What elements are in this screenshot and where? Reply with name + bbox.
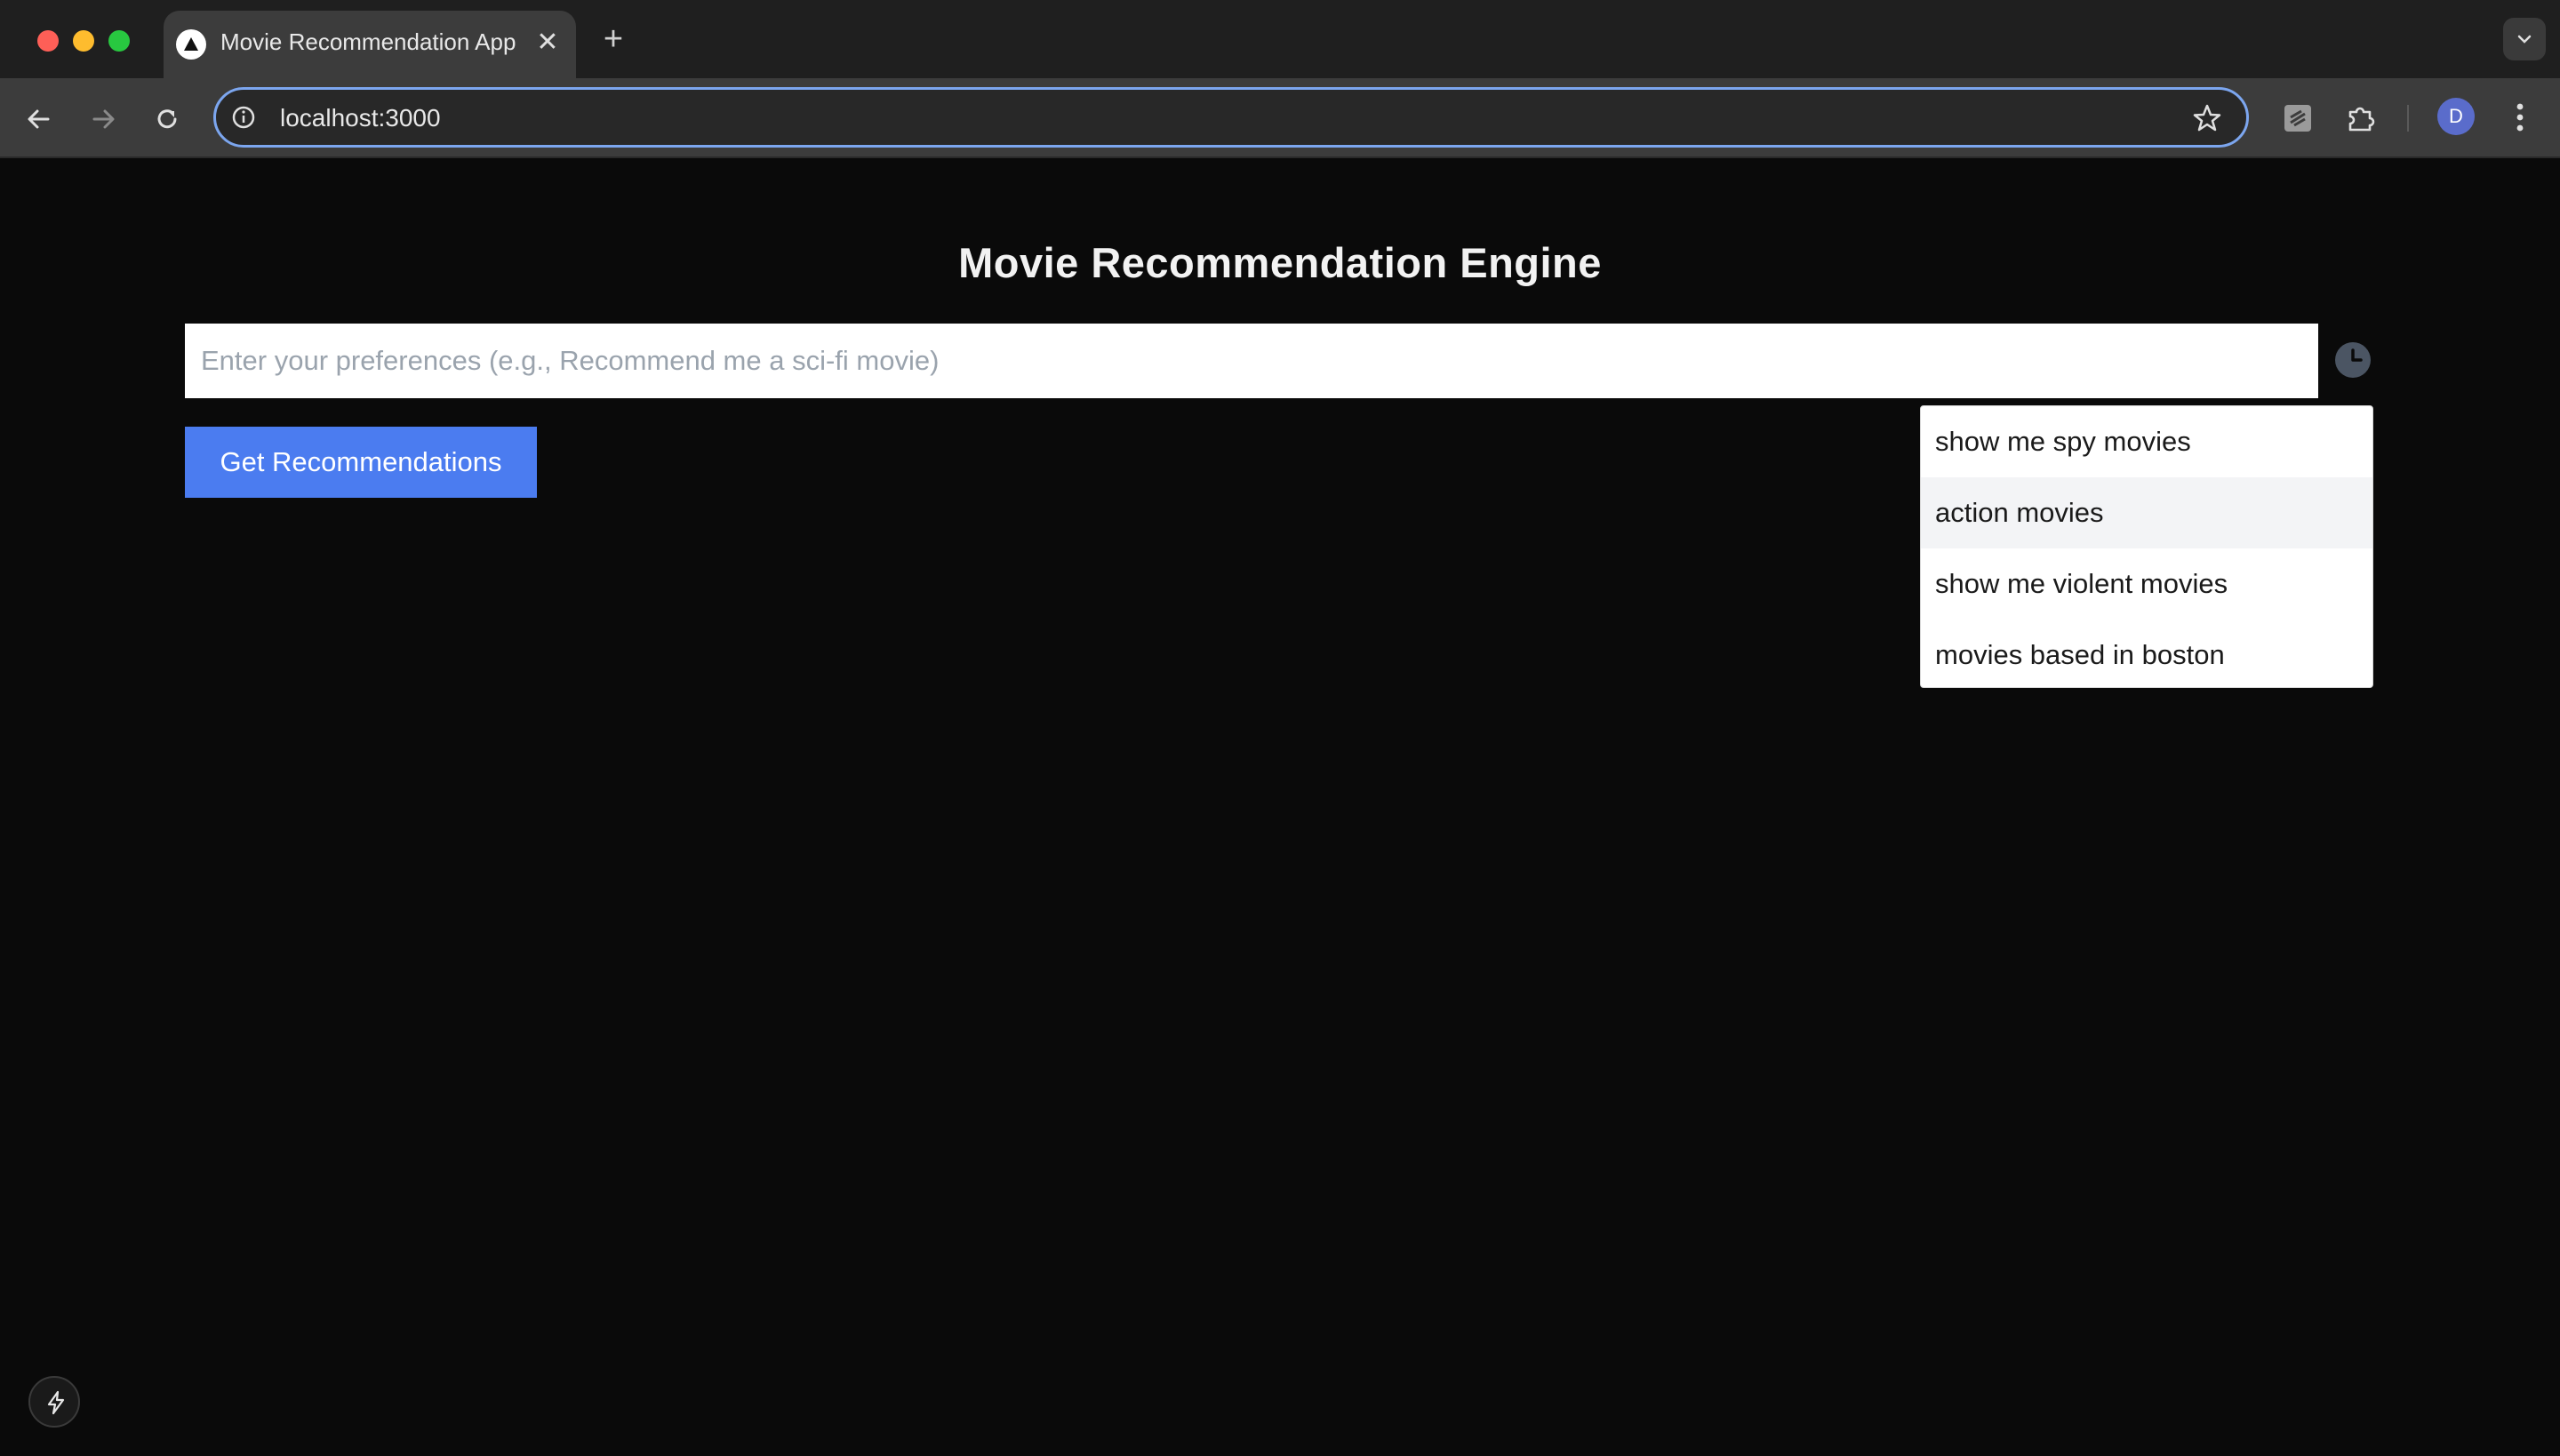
page-title: Movie Recommendation Engine — [958, 239, 1602, 286]
more-vert-icon[interactable] — [2507, 100, 2533, 135]
browser-toolbar: localhost:3000 — [0, 78, 2560, 158]
forward-arrow-icon — [92, 109, 115, 129]
star-icon[interactable] — [2191, 102, 2223, 134]
get-recommendations-button[interactable]: Get Recommendations — [185, 427, 537, 498]
extension-icon[interactable] — [2279, 100, 2316, 137]
history-dropdown: show me spy movies action movies show me… — [1920, 405, 2373, 688]
history-item[interactable]: show me violent movies — [1921, 548, 2372, 620]
chevron-down-icon — [2517, 35, 2532, 44]
preferences-input[interactable] — [185, 324, 2318, 398]
tab-close-button[interactable]: ✕ — [532, 27, 564, 59]
clock-icon[interactable] — [2334, 341, 2372, 379]
back-arrow-icon — [28, 109, 50, 129]
triangle-logo-icon — [176, 29, 206, 60]
toolbar-separator — [2407, 105, 2409, 132]
browser-tab-active[interactable]: Movie Recommendation App ✕ — [164, 11, 576, 78]
window-close-button[interactable] — [37, 30, 59, 52]
history-item[interactable]: movies based in boston — [1921, 620, 2372, 687]
puzzle-icon[interactable] — [2343, 100, 2380, 137]
back-button[interactable] — [21, 101, 57, 137]
reload-button[interactable] — [149, 101, 185, 137]
window-minimize-button[interactable] — [73, 30, 94, 52]
info-icon[interactable] — [230, 104, 257, 131]
tab-search-button[interactable] — [2503, 18, 2546, 60]
address-bar[interactable]: localhost:3000 — [213, 87, 2249, 148]
lightning-icon — [47, 1390, 65, 1415]
tab-title: Movie Recommendation App — [220, 28, 516, 55]
dev-tools-badge[interactable] — [28, 1376, 80, 1428]
tab-bar: Movie Recommendation App ✕ + — [0, 0, 2560, 78]
new-tab-button[interactable]: + — [596, 21, 631, 57]
reload-icon — [157, 109, 177, 129]
history-item[interactable]: action movies — [1921, 477, 2372, 548]
url-text: localhost:3000 — [280, 104, 441, 132]
history-item[interactable]: show me spy movies — [1921, 406, 2372, 477]
window-zoom-button[interactable] — [108, 30, 130, 52]
forward-button[interactable] — [85, 101, 121, 137]
profile-avatar[interactable]: D — [2437, 98, 2475, 135]
